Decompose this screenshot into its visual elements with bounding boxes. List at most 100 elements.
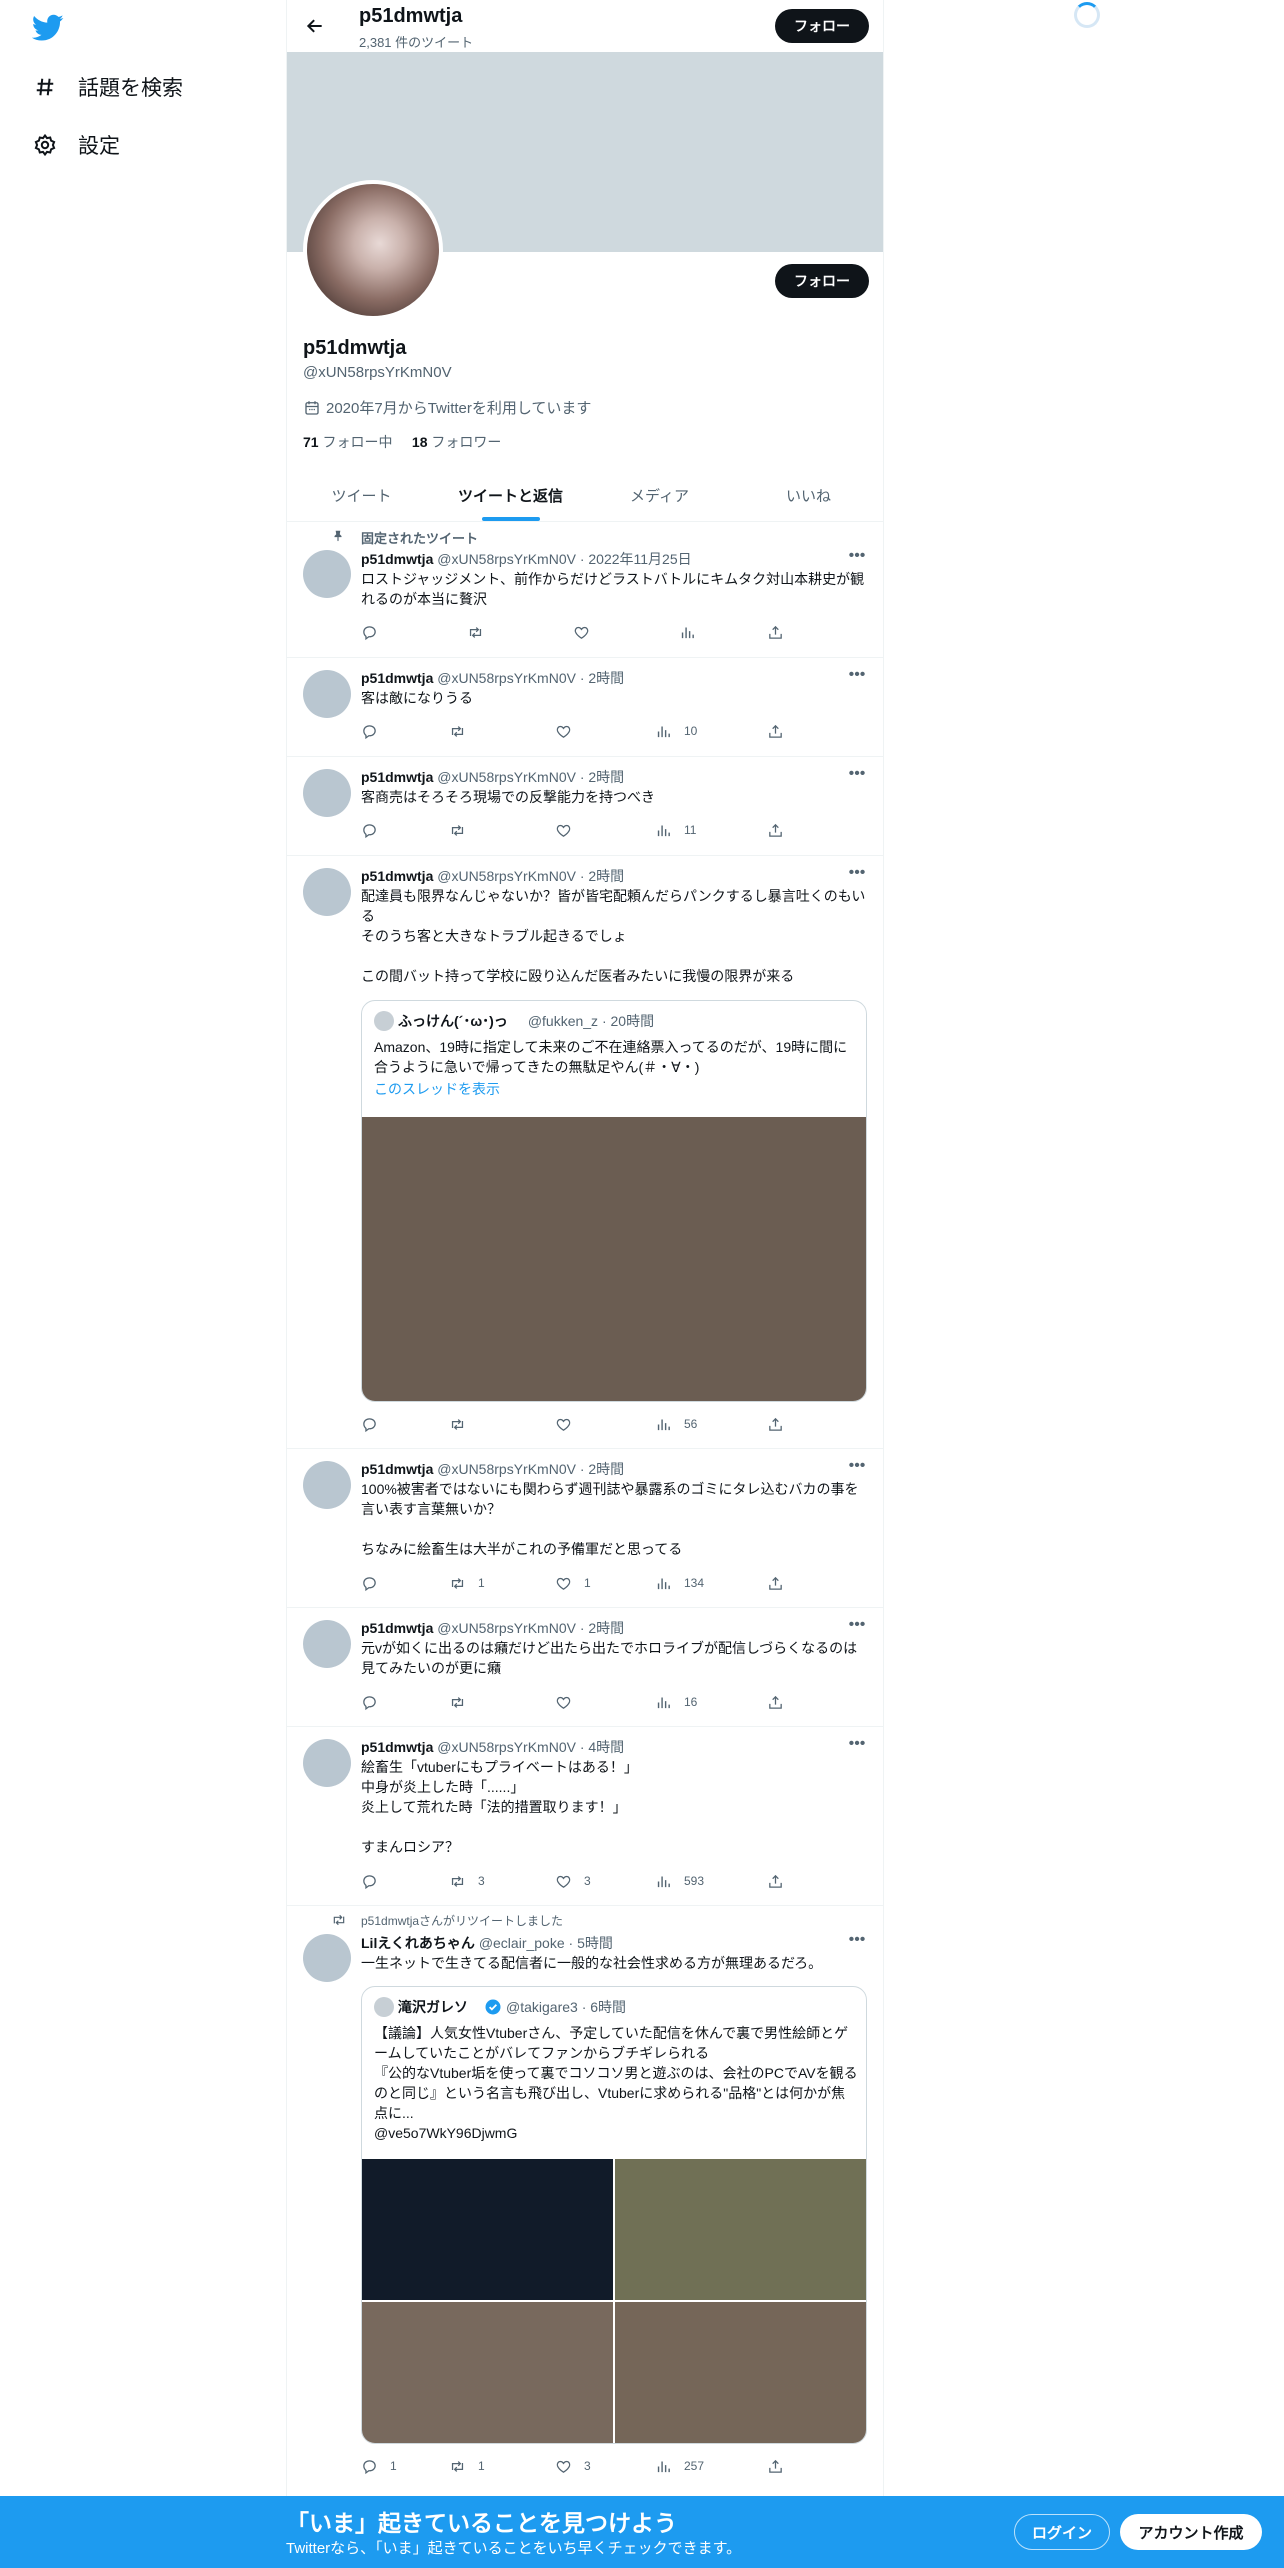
share-button[interactable] [767,721,796,741]
reply-button[interactable] [361,1573,390,1593]
reply-button[interactable] [361,1692,390,1712]
retweet-button[interactable] [449,721,478,741]
more-icon[interactable]: ••• [847,766,867,785]
views-button[interactable]: 257 [655,2456,704,2476]
followers-link[interactable]: 18 フォロワー [412,434,501,450]
reply-button[interactable] [361,622,390,642]
tweet[interactable]: p51dmwtja @xUN58rpsYrKmN0V · 2時間 ••• 元vが… [287,1608,883,1727]
tweet-avatar[interactable] [303,1461,351,1509]
retweet-button[interactable] [449,820,478,840]
retweet-button[interactable]: 1 [449,2456,485,2476]
views-button[interactable]: 593 [655,1871,704,1891]
share-button[interactable] [767,2456,796,2476]
reply-button[interactable] [361,820,390,840]
tweet-author-name[interactable]: Lilえくれあちゃん [361,1935,475,1951]
header-follow-button[interactable]: フォロー [775,9,869,43]
like-button[interactable] [555,1692,584,1712]
tweet-author-name[interactable]: p51dmwtja [361,551,433,567]
tweet-meta[interactable]: @xUN58rpsYrKmN0V · 2022年11月25日 [437,551,691,567]
tweet[interactable]: p51dmwtja @xUN58rpsYrKmN0V · 2時間 ••• 客は敵… [287,658,883,757]
views-button[interactable]: 10 [655,721,697,741]
tweet-author-name[interactable]: p51dmwtja [361,868,433,884]
nav-settings[interactable]: 設定 [32,125,120,165]
tweet-author-name[interactable]: p51dmwtja [361,1461,433,1477]
retweet-button[interactable]: 3 [449,1871,485,1891]
back-arrow-icon[interactable] [301,12,329,40]
media-image[interactable] [615,2302,866,2443]
views-button[interactable]: 16 [655,1692,697,1712]
tweet-author-name[interactable]: p51dmwtja [361,670,433,686]
reply-button[interactable] [361,1871,390,1891]
reply-button[interactable] [361,721,390,741]
following-link[interactable]: 71 フォロー中 [303,434,392,450]
share-button[interactable] [767,1692,796,1712]
media-image[interactable] [615,2159,866,2300]
tweet-avatar[interactable] [303,1739,351,1787]
tweet-avatar[interactable] [303,1934,351,1982]
twitter-logo-icon[interactable] [32,14,64,42]
tweet-meta[interactable]: @xUN58rpsYrKmN0V · 2時間 [437,868,624,884]
tweet-author-name[interactable]: p51dmwtja [361,769,433,785]
tweet-meta[interactable]: @xUN58rpsYrKmN0V · 2時間 [437,1461,624,1477]
share-button[interactable] [767,1573,796,1593]
more-icon[interactable]: ••• [847,1458,867,1477]
more-icon[interactable]: ••• [847,548,867,567]
share-button[interactable] [767,622,796,642]
share-button[interactable] [767,1871,796,1891]
tweet-avatar[interactable] [303,868,351,916]
quoted-tweet[interactable]: 滝沢ガレソ @takigare3 · 6時間 【議論】人気女性Vtuberさん、… [361,1986,867,2444]
tweet-meta[interactable]: @eclair_poke · 5時間 [479,1935,613,1951]
retweet-button[interactable] [449,1692,478,1712]
share-button[interactable] [767,1414,796,1434]
views-button[interactable]: 134 [655,1573,704,1593]
tweet-avatar[interactable] [303,670,351,718]
more-icon[interactable]: ••• [847,865,867,884]
tweet-meta[interactable]: @xUN58rpsYrKmN0V · 4時間 [437,1739,624,1755]
tweet-author-name[interactable]: p51dmwtja [361,1739,433,1755]
profile-avatar[interactable] [303,180,443,320]
more-icon[interactable]: ••• [847,1736,867,1755]
more-icon[interactable]: ••• [847,1617,867,1636]
tab-tweets-and-replies[interactable]: ツイートと返信 [436,470,585,521]
retweet-button[interactable] [467,622,496,642]
media-image[interactable] [362,2302,613,2443]
tab-tweets[interactable]: ツイート [287,470,436,521]
retweet-button[interactable]: 1 [449,1573,485,1593]
signup-button[interactable]: アカウント作成 [1120,2514,1262,2550]
login-button[interactable]: ログイン [1014,2514,1110,2550]
retweet-button[interactable] [449,1414,478,1434]
quote-media-image[interactable] [362,1117,866,1401]
tweet-meta[interactable]: @xUN58rpsYrKmN0V · 2時間 [437,670,624,686]
like-button[interactable] [555,721,584,741]
reply-button[interactable] [361,1414,390,1434]
profile-follow-button[interactable]: フォロー [775,264,869,298]
views-button[interactable] [679,622,708,642]
like-button[interactable] [573,622,602,642]
views-button[interactable]: 11 [655,820,696,840]
tweet[interactable]: p51dmwtjaさんがリツイートしました Lilえくれあちゃん @eclair… [287,1906,883,2496]
show-thread-link[interactable]: このスレッドを表示 [374,1079,500,1099]
views-button[interactable]: 56 [655,1414,697,1434]
tweet-avatar[interactable] [303,769,351,817]
tab-media[interactable]: メディア [585,470,734,521]
tab-likes[interactable]: いいね [734,470,883,521]
share-button[interactable] [767,820,796,840]
tweet-author-name[interactable]: p51dmwtja [361,1620,433,1636]
like-button[interactable] [555,820,584,840]
tweet-meta[interactable]: @xUN58rpsYrKmN0V · 2時間 [437,769,624,785]
like-button[interactable] [555,1414,584,1434]
like-button[interactable]: 3 [555,1871,591,1891]
quoted-tweet[interactable]: ふっけん(´･ω･)っ @fukken_z · 20時間 Amazon、19時に… [361,1000,867,1402]
media-image[interactable] [362,2159,613,2300]
tweet[interactable]: p51dmwtja @xUN58rpsYrKmN0V · 2時間 ••• 客商売… [287,757,883,856]
retweeted-by-text[interactable]: p51dmwtjaさんがリツイートしました [361,1914,563,1928]
more-icon[interactable]: ••• [847,667,867,686]
nav-explore[interactable]: 話題を検索 [32,67,183,107]
reply-button[interactable]: 1 [361,2456,397,2476]
tweet-meta[interactable]: @xUN58rpsYrKmN0V · 2時間 [437,1620,624,1636]
tweet[interactable]: p51dmwtja @xUN58rpsYrKmN0V · 2時間 ••• 配達員… [287,856,883,1449]
more-icon[interactable]: ••• [847,1932,867,1951]
tweet-avatar[interactable] [303,1620,351,1668]
tweet[interactable]: p51dmwtja @xUN58rpsYrKmN0V · 2時間 ••• 100… [287,1449,883,1608]
tweet[interactable]: p51dmwtja @xUN58rpsYrKmN0V · 4時間 ••• 絵畜生… [287,1727,883,1906]
